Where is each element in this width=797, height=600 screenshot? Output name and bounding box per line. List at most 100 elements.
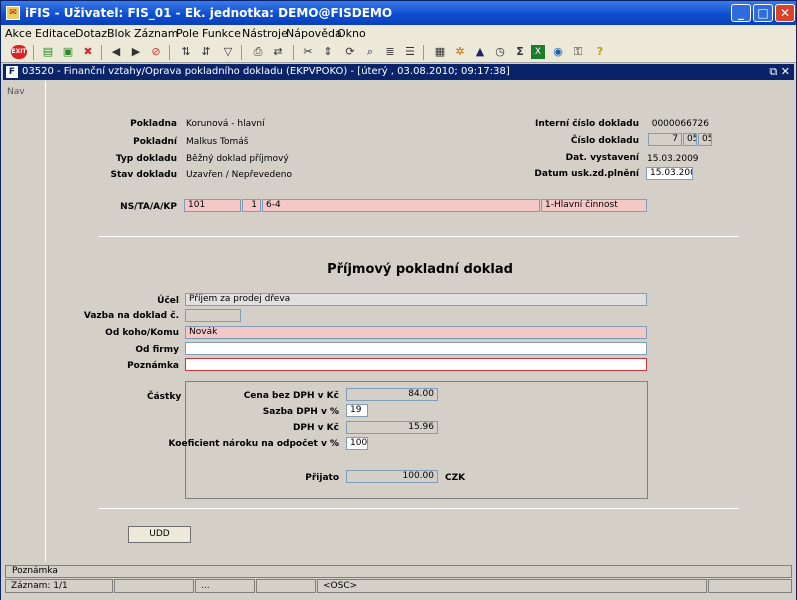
ucel-label: Účel	[157, 296, 179, 306]
save-new-icon[interactable]: ▣	[61, 45, 75, 59]
ns-field[interactable]: 101	[184, 199, 241, 212]
ta-field[interactable]: 1	[242, 199, 261, 212]
datum-vystaveni-value: 15.03.2009	[647, 154, 699, 164]
maximize-button[interactable]: □	[753, 4, 773, 22]
datum-vystaveni-label: Dat. vystavení	[565, 153, 639, 163]
pokladni-value: Malkus Tomáš	[186, 137, 249, 147]
status-bar: Poznámka Záznam: 1/1 ... <OSC>	[1, 563, 796, 600]
restore-button[interactable]: ⧉	[769, 65, 777, 78]
form-close-button[interactable]: ✕	[781, 65, 790, 78]
lock-icon[interactable]: ⚿	[571, 45, 585, 59]
menu-napoveda[interactable]: Nápověda	[286, 27, 342, 40]
ns-ta-a-kp-label: NS/TA/A/KP	[120, 202, 177, 212]
web-icon[interactable]: ◉	[551, 45, 565, 59]
poznamka-label: Poznámka	[127, 361, 179, 371]
columns-icon[interactable]: ☰	[403, 45, 417, 59]
filter-icon[interactable]: ▽	[221, 45, 235, 59]
delete-icon[interactable]: ✖	[81, 45, 95, 59]
save-icon[interactable]: ▤	[41, 45, 55, 59]
hint-line: Poznámka	[5, 565, 792, 578]
od-koho-field[interactable]: Novák	[185, 326, 647, 339]
nav-prev-icon[interactable]: ◀	[109, 45, 123, 59]
prijato-field[interactable]: 100.00	[346, 470, 438, 483]
ucel-field[interactable]: Příjem za prodej dřeva	[185, 293, 647, 306]
sort-desc-icon[interactable]: ⇵	[199, 45, 213, 59]
form-icon: F	[6, 66, 18, 78]
status-segment	[708, 579, 792, 593]
prijato-label: Přijato	[305, 473, 339, 483]
menu-okno[interactable]: Okno	[337, 27, 366, 40]
record-counter: Záznam: 1/1	[5, 579, 113, 593]
menu-nastroje[interactable]: Nástroje	[242, 27, 288, 40]
udd-button[interactable]: UDD	[128, 526, 191, 543]
menu-funkce[interactable]: Funkce	[202, 27, 241, 40]
form-window-controls: ⧉ ✕	[769, 65, 790, 79]
kp-field[interactable]: 1-Hlavní činnost	[541, 199, 647, 212]
menu-pole[interactable]: Pole	[176, 27, 199, 40]
menu-bar: Akce Editace Dotaz Blok Záznam Pole Funk…	[1, 25, 796, 42]
dph-label: DPH v Kč	[292, 423, 339, 433]
app-icon: ✉	[6, 6, 20, 20]
nav-next-icon[interactable]: ▶	[129, 45, 143, 59]
vazba-field[interactable]	[185, 309, 241, 322]
cislo-dokladu-rok[interactable]: 05	[698, 133, 712, 146]
warning-icon[interactable]: ▲	[473, 45, 487, 59]
sort-asc-icon[interactable]: ⇅	[179, 45, 193, 59]
vazba-label: Vazba na doklad č.	[83, 311, 179, 321]
close-button[interactable]: ✕	[775, 4, 795, 22]
od-koho-label: Od koho/Komu	[105, 328, 179, 338]
poznamka-field[interactable]	[185, 358, 647, 371]
sazba-dph-field[interactable]: 19	[346, 404, 368, 417]
help-icon[interactable]: ?	[593, 45, 607, 59]
main-window: ✉ iFIS - Uživatel: FIS_01 - Ek. jednotka…	[0, 0, 797, 600]
datum-uskutecneni-field[interactable]: 15.03.2009	[646, 167, 693, 180]
refresh-icon[interactable]: ⟳	[343, 45, 357, 59]
clock-icon[interactable]: ◷	[493, 45, 507, 59]
status-segment	[256, 579, 316, 593]
navigation-pane: Nav	[4, 81, 46, 562]
nav-label[interactable]: Nav	[7, 87, 25, 97]
excel-icon[interactable]: X	[531, 45, 545, 59]
form-window-titlebar: F 03520 - Finanční vztahy/Oprava pokladn…	[3, 64, 794, 80]
document-heading: Příjmový pokladní doklad	[327, 262, 513, 277]
mode-indicator: <OSC>	[317, 579, 707, 593]
settings-icon[interactable]: ✲	[453, 45, 467, 59]
cislo-dokladu-rada[interactable]: 7	[648, 133, 682, 146]
search-icon[interactable]: ⌕	[363, 45, 377, 59]
toolbar: EXIT ▤ ▣ ✖ ◀ ▶ ⊘ ⇅ ⇵ ▽ ⎙ ⇄ ✂ ⇕ ⟳ ⌕ ≣ ☰ ▦…	[1, 42, 796, 63]
transfer-icon[interactable]: ⇄	[271, 45, 285, 59]
divider	[99, 508, 739, 509]
koeficient-field[interactable]: 100	[346, 437, 368, 450]
list-icon[interactable]: ≣	[383, 45, 397, 59]
link-icon[interactable]: ⇕	[321, 45, 335, 59]
menu-dotaz[interactable]: Dotaz	[75, 27, 107, 40]
interni-cislo-value: 0000066726	[651, 119, 709, 129]
koeficient-label: Koeficient nároku na odpočet v %	[168, 439, 339, 449]
form-window-title: 03520 - Finanční vztahy/Oprava pokladníh…	[22, 66, 510, 77]
cena-bez-dph-field[interactable]: 84.00	[346, 388, 438, 401]
sum-icon[interactable]: Σ	[513, 45, 527, 59]
menu-editace[interactable]: Editace	[35, 27, 76, 40]
status-segment	[114, 579, 194, 593]
menu-zaznam[interactable]: Záznam	[134, 27, 178, 40]
clear-icon[interactable]: ⊘	[149, 45, 163, 59]
a-field[interactable]: 6-4	[262, 199, 540, 212]
stav-dokladu-label: Stav dokladu	[110, 170, 177, 180]
menu-blok[interactable]: Blok	[107, 27, 131, 40]
print-icon[interactable]: ⎙	[251, 45, 265, 59]
cislo-dokladu-mesic[interactable]: 05	[683, 133, 697, 146]
divider	[99, 236, 739, 237]
cena-bez-dph-label: Cena bez DPH v Kč	[243, 391, 339, 401]
sazba-dph-label: Sazba DPH v %	[262, 407, 339, 417]
title-bar: ✉ iFIS - Uživatel: FIS_01 - Ek. jednotka…	[1, 1, 796, 25]
minimize-button[interactable]: _	[731, 4, 751, 22]
calc-icon[interactable]: ▦	[433, 45, 447, 59]
od-firmy-field[interactable]	[185, 342, 647, 355]
menu-akce[interactable]: Akce	[5, 27, 32, 40]
toolbar-separator	[423, 45, 424, 60]
cut-icon[interactable]: ✂	[301, 45, 315, 59]
exit-button[interactable]: EXIT	[11, 45, 27, 59]
dph-field[interactable]: 15.96	[346, 421, 438, 434]
currency-label: CZK	[445, 473, 466, 483]
od-firmy-label: Od firmy	[135, 345, 179, 355]
